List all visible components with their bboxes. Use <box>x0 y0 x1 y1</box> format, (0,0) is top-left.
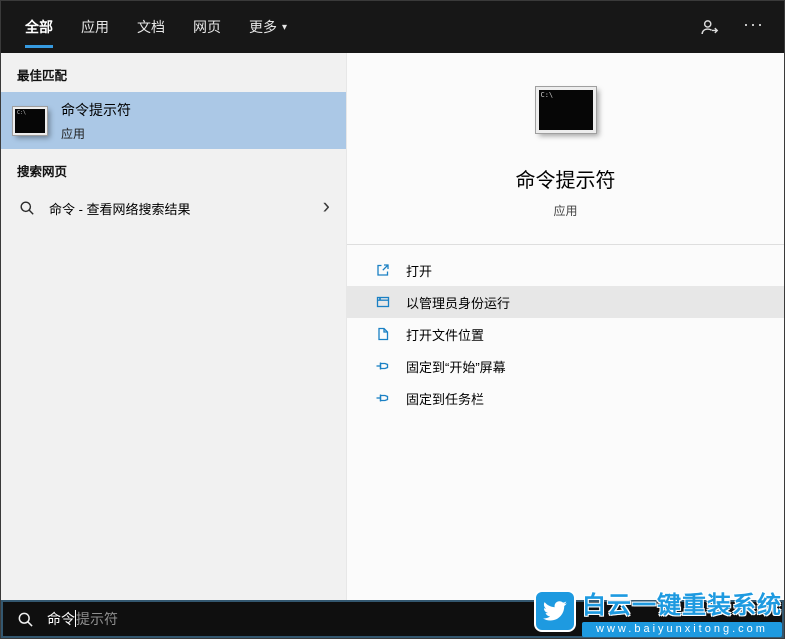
preview-panel: C:\ 命令提示符 应用 打开 <box>346 53 784 600</box>
web-search-label: 命令 - 查看网络搜索结果 <box>49 199 191 218</box>
pin-icon <box>375 358 391 374</box>
action-pin-to-taskbar[interactable]: 固定到任务栏 <box>347 382 784 414</box>
chevron-right-icon: › <box>323 195 330 221</box>
tab-all-label: 全部 <box>25 17 53 37</box>
web-search-result[interactable]: 命令 - 查看网络搜索结果 › <box>1 188 346 228</box>
preview-title: 命令提示符 <box>347 164 784 193</box>
search-typed-text: 命令提示符 <box>47 609 118 629</box>
cmd-icon-text: C:\ <box>541 91 554 99</box>
preview-subtitle: 应用 <box>347 202 784 219</box>
watermark-text: 白云一键重装系统 www.baiyunxitong.com <box>582 585 782 637</box>
search-suggestion: 提示符 <box>76 611 118 627</box>
best-match-result-cmd[interactable]: C:\ 命令提示符 应用 <box>1 92 346 149</box>
watermark-bird-icon <box>534 590 576 632</box>
tab-all[interactable]: 全部 <box>25 1 53 53</box>
search-icon <box>19 200 35 216</box>
watermark-url: www.baiyunxitong.com <box>582 622 782 637</box>
tab-apps[interactable]: 应用 <box>81 1 109 53</box>
file-location-icon <box>375 326 391 342</box>
tab-apps-label: 应用 <box>81 17 109 37</box>
search-icon <box>17 611 34 628</box>
action-run-as-admin-label: 以管理员身份运行 <box>406 293 510 312</box>
action-run-as-admin[interactable]: 以管理员身份运行 <box>347 286 784 318</box>
tab-web-label: 网页 <box>193 17 221 37</box>
web-search-header: 搜索网页 <box>1 149 346 188</box>
cmd-prompt-icon: C:\ <box>13 107 47 135</box>
search-results-body: 最佳匹配 C:\ 命令提示符 应用 搜索网页 命令 - 查看网络搜索结果 › <box>1 53 784 600</box>
open-icon <box>375 262 391 278</box>
best-match-header: 最佳匹配 <box>1 53 346 92</box>
action-open-label: 打开 <box>406 261 432 280</box>
tab-documents-label: 文档 <box>137 17 165 37</box>
action-pin-to-start[interactable]: 固定到“开始”屏幕 <box>347 350 784 382</box>
context-actions: 打开 以管理员身份运行 打开文件位置 <box>347 245 784 414</box>
tab-more[interactable]: 更多 ▾ <box>249 1 287 53</box>
action-pin-to-taskbar-label: 固定到任务栏 <box>406 389 484 408</box>
results-panel: 最佳匹配 C:\ 命令提示符 应用 搜索网页 命令 - 查看网络搜索结果 › <box>1 53 346 600</box>
tab-web[interactable]: 网页 <box>193 1 221 53</box>
search-query: 命令 <box>47 611 75 627</box>
windows-search-flyout: 全部 应用 文档 网页 更多 ▾ <box>0 0 785 639</box>
action-open[interactable]: 打开 <box>347 254 784 286</box>
tab-documents[interactable]: 文档 <box>137 1 165 53</box>
watermark: 白云一键重装系统 www.baiyunxitong.com <box>534 585 782 637</box>
best-match-text: 命令提示符 应用 <box>61 100 131 142</box>
more-options-icon[interactable]: ··· <box>743 19 764 35</box>
action-open-file-location-label: 打开文件位置 <box>406 325 484 344</box>
chevron-down-icon: ▾ <box>282 22 287 33</box>
best-match-title: 命令提示符 <box>61 100 131 120</box>
run-as-admin-icon <box>375 294 391 310</box>
topbar-actions: ··· <box>700 18 764 37</box>
watermark-title: 白云一键重装系统 <box>582 585 782 620</box>
action-pin-to-start-label: 固定到“开始”屏幕 <box>406 357 506 376</box>
tab-more-label: 更多 <box>249 17 277 37</box>
pin-icon <box>375 390 391 406</box>
best-match-subtitle: 应用 <box>61 125 131 142</box>
filter-tabs: 全部 应用 文档 网页 更多 ▾ <box>25 1 287 53</box>
cmd-icon-text: C:\ <box>17 110 26 116</box>
feedback-icon[interactable] <box>700 18 719 37</box>
action-open-file-location[interactable]: 打开文件位置 <box>347 318 784 350</box>
search-filter-bar: 全部 应用 文档 网页 更多 ▾ <box>1 1 784 53</box>
app-preview: C:\ 命令提示符 应用 <box>347 53 784 219</box>
cmd-prompt-icon-large: C:\ <box>536 87 596 133</box>
